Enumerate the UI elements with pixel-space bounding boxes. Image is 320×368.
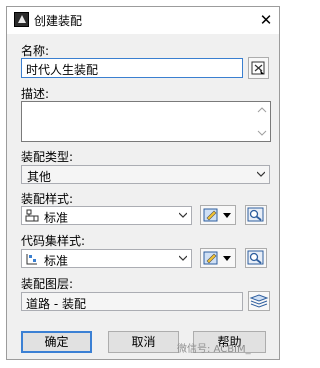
civil3d-app-icon [14,12,29,27]
layers-icon [249,294,269,308]
code-set-style-label: 代码集样式: [21,234,86,248]
chevron-down-icon [179,255,187,261]
assembly-type-select[interactable]: 其他 [21,165,270,184]
code-set-style-select[interactable]: 标准 [21,249,192,268]
assembly-style-preview-button[interactable] [245,205,267,225]
magnifier-icon [247,207,264,222]
scroll-up-icon[interactable] [257,107,267,113]
create-assembly-dialog: 创建装配 ✕ 名称: 时代人生装配 描述: 装配类型: 其他 装配样式: 标准 … [6,6,280,360]
assembly-layer-field: 道路 - 装配 [21,292,243,311]
assembly-style-label: 装配样式: [21,192,74,206]
wechat-watermark: 微信号: ACBIM_ [177,344,251,355]
edit-style-icon [203,251,231,265]
assembly-type-value: 其他 [27,170,52,184]
code-set-style-edit-button[interactable] [200,248,236,268]
chevron-down-icon [179,212,187,218]
pick-name-format-button[interactable] [248,57,269,79]
assembly-type-label: 装配类型: [21,150,74,164]
assembly-style-edit-button[interactable] [200,205,236,225]
assembly-style-select[interactable]: 标准 [21,206,192,225]
description-scrollbar[interactable] [255,103,269,140]
code-set-style-icon [26,254,37,265]
title-bar: 创建装配 ✕ [7,7,279,34]
assembly-layer-value: 道路 - 装配 [26,297,86,311]
ok-button[interactable]: 确定 [21,331,92,353]
edit-style-icon [203,208,231,222]
assembly-style-icon [25,209,39,222]
scroll-down-icon[interactable] [257,130,267,136]
description-label: 描述: [21,87,50,101]
close-button[interactable]: ✕ [255,9,277,31]
assembly-layer-label: 装配图层: [21,277,74,291]
dialog-title: 创建装配 [34,14,83,28]
description-textarea[interactable] [21,101,271,142]
magnifier-icon [247,250,264,265]
layer-select-button[interactable] [248,291,270,311]
chevron-down-icon [257,171,265,177]
assembly-style-value: 标准 [44,211,69,225]
name-format-icon [251,61,265,75]
name-label: 名称: [21,44,50,58]
cancel-button[interactable]: 取消 [108,331,179,353]
name-input[interactable]: 时代人生装配 [21,58,243,78]
name-input-value: 时代人生装配 [26,63,99,77]
code-set-style-value: 标准 [44,254,69,268]
code-set-style-preview-button[interactable] [245,248,267,268]
